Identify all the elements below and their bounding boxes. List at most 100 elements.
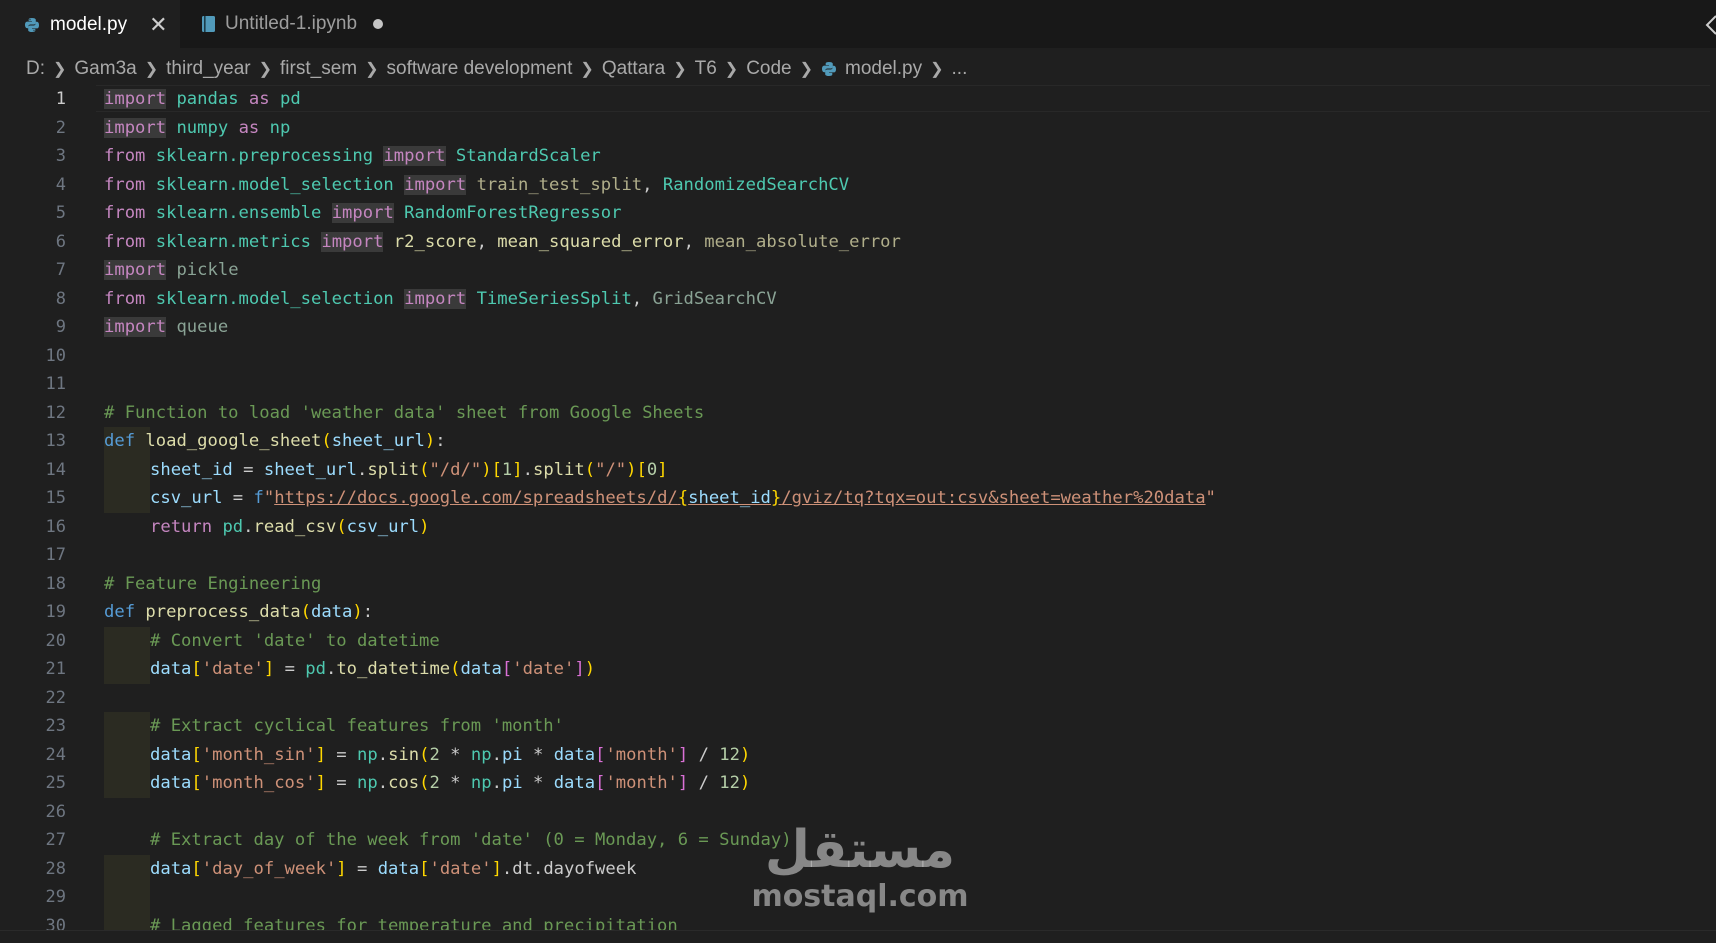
line-number: 17	[45, 545, 66, 565]
token: import	[321, 231, 384, 252]
code-line[interactable]: import queue	[104, 313, 228, 342]
line-number: 19	[45, 602, 66, 622]
breadcrumb-item[interactable]: first_sem	[280, 58, 357, 80]
breadcrumb-item[interactable]: Qattara	[602, 58, 665, 80]
token: sklearn.model_selection	[155, 288, 394, 309]
breadcrumb: D: ❯ Gam3a ❯ third_year ❯ first_sem ❯ so…	[26, 54, 967, 84]
code-line[interactable]: data['day_of_week'] = data['date'].dt.da…	[104, 855, 636, 884]
line-number: 23	[45, 716, 66, 736]
token: 'month_sin'	[201, 744, 316, 765]
token: import	[104, 260, 167, 280]
token: RandomizedSearchCV	[662, 174, 850, 195]
token: # Extract day of the week from 'date' (0…	[150, 830, 792, 850]
code-line[interactable]: sheet_id = sheet_url.split("/d/")[1].spl…	[104, 456, 668, 485]
code-line[interactable]: # Extract day of the week from 'date' (0…	[104, 826, 792, 855]
code-line[interactable]: # Function to load 'weather data' sheet …	[104, 399, 704, 428]
breadcrumb-item[interactable]: D:	[26, 58, 45, 80]
token: 12	[719, 773, 740, 793]
breadcrumb-item[interactable]: ...	[952, 58, 968, 80]
url-link[interactable]: /gviz/tq?tqx=out:csv&sheet=weather%20dat…	[781, 488, 1205, 508]
token: {	[677, 488, 689, 508]
token: "	[263, 488, 275, 508]
code-line[interactable]: data['month_sin'] = np.sin(2 * np.pi * d…	[104, 741, 750, 770]
watermark-logo: مستقل mostaql.com	[750, 820, 970, 930]
token: RandomForestRegressor	[404, 203, 622, 223]
code-line[interactable]: from sklearn.metrics import r2_score, me…	[104, 228, 901, 257]
line-number: 30	[45, 915, 66, 931]
code-line[interactable]: from sklearn.ensemble import RandomFores…	[104, 199, 621, 228]
tab-untitled-ipynb[interactable]: Untitled-1.ipynb	[182, 0, 384, 48]
token: data	[460, 659, 502, 679]
token: preprocess_data	[145, 602, 301, 622]
token: import	[331, 203, 394, 223]
token: data	[150, 659, 192, 679]
code-line[interactable]: return pd.read_csv(csv_url)	[104, 513, 429, 542]
unsaved-dot-icon[interactable]	[373, 19, 384, 29]
watermark-arabic: مستقل	[764, 820, 956, 880]
code-line[interactable]: def load_google_sheet(sheet_url):	[104, 427, 446, 456]
python-icon	[25, 18, 39, 32]
breadcrumb-item[interactable]: software development	[387, 58, 573, 80]
token: =	[232, 459, 264, 480]
code-line[interactable]: # Convert 'date' to datetime	[104, 627, 440, 656]
token: from	[104, 146, 146, 166]
code-editor[interactable]: 1 2 3 4 5 6 7 8 9 10 11 12 13 14 15 16 1…	[0, 85, 1716, 930]
token: TimeSeriesSplit	[476, 288, 632, 309]
notebook-icon	[202, 16, 215, 32]
token: from	[104, 174, 146, 195]
breadcrumb-item[interactable]: model.py	[845, 58, 922, 80]
token: # Convert 'date' to datetime	[150, 630, 440, 651]
watermark-latin: mostaql.com	[751, 879, 969, 914]
breadcrumb-item[interactable]: T6	[695, 58, 717, 80]
token: np	[470, 744, 492, 765]
code-line[interactable]: import pickle	[104, 256, 239, 285]
split-editor-icon[interactable]	[1704, 14, 1716, 36]
code-line[interactable]: from sklearn.model_selection import trai…	[104, 171, 849, 200]
code-line[interactable]: import pandas as pd	[104, 85, 301, 114]
line-number: 4	[55, 174, 66, 195]
token: mean_squared_error	[497, 231, 684, 252]
breadcrumb-item[interactable]: Code	[746, 58, 791, 80]
token: 'date'	[429, 858, 492, 879]
code-line[interactable]: # Feature Engineering	[104, 570, 321, 599]
line-number: 29	[45, 887, 66, 907]
code-line[interactable]: def preprocess_data(data):	[104, 598, 373, 627]
token: data	[377, 858, 420, 879]
token: 1	[501, 459, 513, 480]
line-number: 13	[45, 431, 66, 451]
close-icon[interactable]: ✕	[149, 14, 167, 36]
code-line[interactable]: csv_url = f"https://docs.google.com/spre…	[104, 484, 1216, 513]
tab-label: Untitled-1.ipynb	[225, 13, 358, 34]
code-line[interactable]: import numpy as np	[104, 114, 290, 143]
token: from	[104, 288, 146, 309]
token: ,	[476, 231, 498, 252]
breadcrumb-item[interactable]: Gam3a	[74, 58, 136, 80]
url-link[interactable]: https://docs.google.com/spreadsheets/d/	[274, 488, 678, 508]
token: csv_url	[346, 516, 420, 537]
token: data	[553, 773, 596, 793]
token: return	[150, 516, 213, 537]
code-line[interactable]: from sklearn.model_selection import Time…	[104, 285, 777, 314]
code-line[interactable]: from sklearn.preprocessing import Standa…	[104, 142, 601, 171]
token: sheet_url	[263, 459, 357, 480]
token: import	[404, 288, 467, 309]
token: cos	[388, 773, 420, 793]
token: import	[104, 89, 167, 109]
code-line[interactable]: # Extract cyclical features from 'month'	[104, 712, 564, 741]
horizontal-scrollbar[interactable]	[0, 930, 1716, 943]
line-number: 16	[45, 516, 66, 537]
chevron-right-icon: ❯	[365, 61, 379, 78]
token: 'date'	[201, 659, 264, 679]
tab-bar: model.py ✕ Untitled-1.ipynb	[0, 0, 1716, 48]
breadcrumb-item[interactable]: third_year	[166, 58, 251, 80]
token: GridSearchCV	[652, 288, 777, 309]
code-line[interactable]: data['month_cos'] = np.cos(2 * np.pi * d…	[104, 769, 750, 798]
code-line[interactable]: data['date'] = pd.to_datetime(data['date…	[104, 655, 595, 684]
code-line[interactable]: # Lagged features for temperature and pr…	[104, 912, 678, 931]
line-number: 24	[45, 744, 66, 765]
token: as	[248, 89, 270, 109]
line-number: 22	[45, 687, 66, 708]
token: }	[770, 488, 782, 508]
token: import	[404, 174, 467, 195]
tab-model-py[interactable]: model.py ✕	[0, 0, 180, 48]
